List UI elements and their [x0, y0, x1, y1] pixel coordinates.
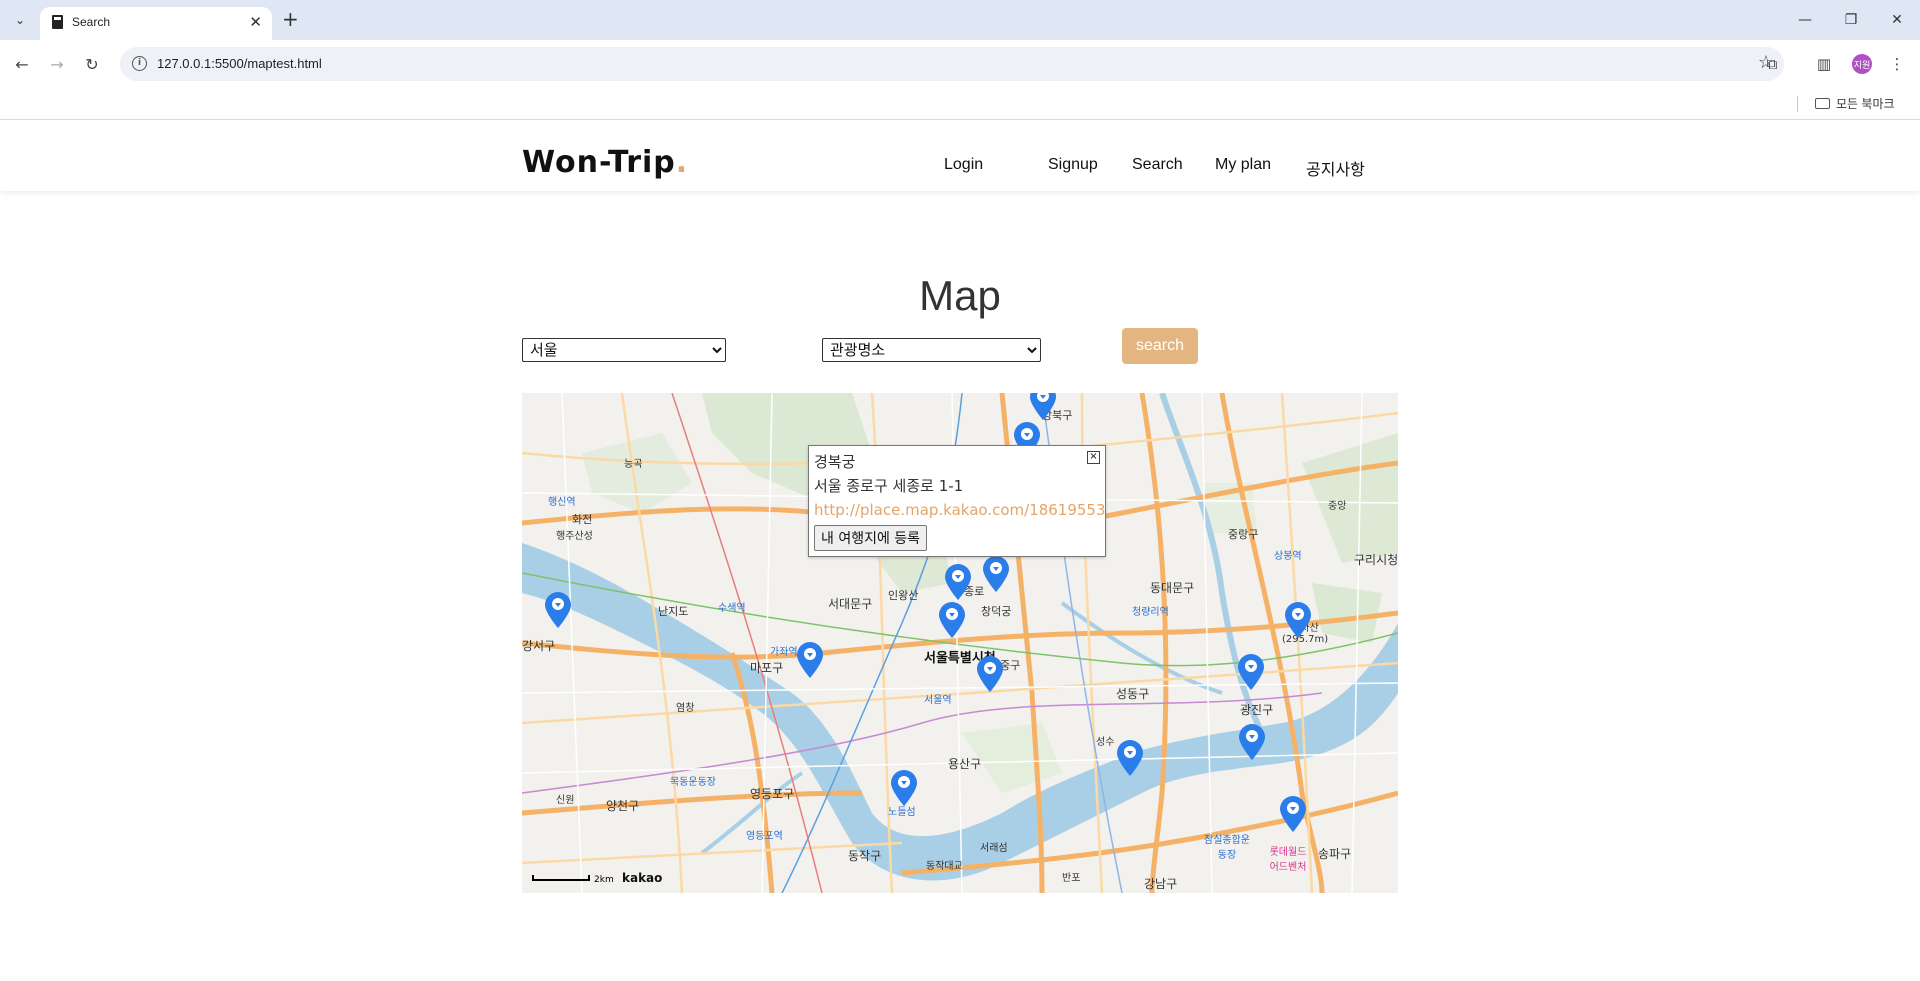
browser-tab-active[interactable]: Search ✕	[40, 7, 272, 40]
browser-toolbar: ← → ↻ i 127.0.0.1:5500/maptest.html ☆ ⧉ …	[0, 40, 1920, 88]
map-label: 인왕산	[888, 589, 919, 602]
map-label: 반포	[1062, 873, 1081, 884]
map-label: 창덕궁	[981, 605, 1012, 618]
map-label: 양천구	[606, 799, 640, 813]
place-name: 경복궁	[814, 453, 856, 471]
map-scale-bar	[532, 875, 590, 881]
map-label: 서대문구	[828, 597, 873, 611]
bookmarks-separator	[1797, 96, 1798, 112]
kakao-logo: kakao	[622, 871, 663, 885]
map-label: 영등포역	[746, 831, 783, 842]
map-label: 중앙	[1328, 501, 1347, 512]
logo-text: Won-Trip	[522, 145, 676, 180]
map-marker-icon[interactable]	[1116, 739, 1144, 777]
page-title: Map	[919, 272, 1001, 319]
side-panel-icon[interactable]: ▥	[1812, 52, 1836, 76]
place-link[interactable]: http://place.map.kakao.com/18619553	[814, 498, 1106, 522]
category-select[interactable]: 관광명소	[822, 338, 1041, 362]
map-label: 수색역	[718, 603, 746, 614]
tab-search-dropdown-icon[interactable]: ⌄	[9, 9, 31, 31]
kakao-map[interactable]: 강북구 중랑구 구리시청 동대문구 성동구 광진구 용산구 서대문구 마포구 종…	[522, 393, 1398, 893]
map-label: 구리시청	[1354, 553, 1398, 567]
infowindow-close-icon[interactable]: ×	[1087, 451, 1100, 464]
tab-title: Search	[72, 15, 111, 29]
browser-tabbar: ⌄ Search ✕ + — ❐ ✕	[0, 0, 1920, 40]
map-marker-icon[interactable]	[890, 769, 918, 807]
map-marker-icon[interactable]	[1029, 393, 1057, 421]
map-label: 롯데월드 어드벤처	[1269, 847, 1307, 873]
back-arrow-icon[interactable]: ←	[10, 52, 34, 76]
map-marker-icon[interactable]	[796, 641, 824, 679]
tab-close-icon[interactable]: ✕	[249, 13, 262, 31]
map-info-window: × 경복궁 서울 종로구 세종로 1-1 http://place.map.ka…	[808, 445, 1106, 557]
forward-arrow-icon[interactable]: →	[45, 52, 69, 76]
add-to-my-trip-button[interactable]: 내 여행지에 등록	[814, 525, 928, 551]
place-address: 서울 종로구 세종로 1-1	[814, 477, 964, 495]
map-marker-icon[interactable]	[1238, 723, 1266, 761]
map-label: 용산구	[948, 757, 982, 771]
map-label: 강서구	[522, 639, 556, 653]
map-label: 신원	[556, 795, 575, 806]
map-marker-icon[interactable]	[976, 655, 1004, 693]
site-logo[interactable]: Won-Trip.	[522, 145, 688, 180]
map-label: 동대문구	[1150, 581, 1195, 595]
nav-signup[interactable]: Signup	[1048, 156, 1098, 174]
address-bar[interactable]: i 127.0.0.1:5500/maptest.html ☆	[120, 47, 1784, 81]
map-marker-icon[interactable]	[1279, 795, 1307, 833]
map-label: 서래섬	[980, 843, 1008, 854]
map-label: 행주산성	[556, 531, 593, 542]
map-marker-icon[interactable]	[544, 591, 572, 629]
search-button[interactable]: search	[1122, 328, 1198, 364]
map-label: 난지도	[658, 605, 689, 618]
map-label: 마포구	[750, 661, 784, 675]
region-select[interactable]: 서울	[522, 338, 726, 362]
all-bookmarks-label: 모든 북마크	[1836, 97, 1895, 111]
site-info-icon[interactable]: i	[132, 56, 147, 71]
nav-search[interactable]: Search	[1132, 156, 1183, 174]
bookmarks-bar: 모든 북마크	[0, 88, 1920, 120]
map-label: 영등포구	[750, 787, 795, 801]
browser-menu-icon[interactable]: ⋮	[1885, 52, 1909, 76]
nav-my-plan[interactable]: My plan	[1215, 156, 1271, 174]
url-text[interactable]: 127.0.0.1:5500/maptest.html	[157, 56, 322, 71]
map-marker-icon[interactable]	[938, 601, 966, 639]
map-label: 목동운동장	[670, 777, 716, 788]
map-label: 염창	[676, 703, 695, 714]
new-tab-button[interactable]: +	[282, 8, 299, 30]
map-label: 청량리역	[1132, 607, 1169, 618]
map-label: 성동구	[1116, 687, 1150, 701]
restore-icon[interactable]: ❐	[1836, 9, 1866, 31]
map-label: 강남구	[1144, 877, 1178, 891]
window-close-icon[interactable]: ✕	[1882, 9, 1912, 31]
site-header: Won-Trip. Login Signup Search My plan 공지…	[0, 121, 1920, 191]
nav-login[interactable]: Login	[944, 156, 983, 174]
map-scale-text: 2km	[594, 875, 614, 885]
map-label: 동작대교	[926, 861, 963, 872]
map-label: 동작구	[848, 849, 882, 863]
map-label: 행신역	[548, 497, 576, 508]
map-label: 상봉역	[1274, 551, 1302, 562]
map-label: 서울역	[924, 695, 952, 706]
all-bookmarks-button[interactable]: 모든 북마크	[1815, 95, 1895, 112]
map-label: 성수	[1096, 737, 1115, 748]
map-label: 송파구	[1318, 847, 1352, 861]
map-label: 중랑구	[1228, 528, 1259, 541]
page-favicon-icon	[52, 15, 63, 29]
profile-avatar[interactable]: 지원	[1852, 54, 1872, 74]
map-label: 화전	[572, 513, 593, 526]
map-label: 잠실종합운동장	[1204, 835, 1250, 861]
map-label: 능곡	[624, 459, 643, 470]
map-marker-icon[interactable]	[1237, 653, 1265, 691]
map-label: 가좌역	[770, 647, 798, 658]
reload-icon[interactable]: ↻	[80, 52, 104, 76]
map-label: 광진구	[1240, 703, 1274, 717]
folder-icon	[1815, 98, 1830, 109]
map-marker-icon[interactable]	[982, 555, 1010, 593]
map-marker-icon[interactable]	[944, 563, 972, 601]
map-marker-icon[interactable]	[1284, 601, 1312, 639]
minimize-icon[interactable]: —	[1790, 9, 1820, 31]
logo-dot: .	[675, 145, 689, 180]
extensions-icon[interactable]: ⧉	[1760, 52, 1784, 76]
nav-notice[interactable]: 공지사항	[1306, 156, 1365, 180]
